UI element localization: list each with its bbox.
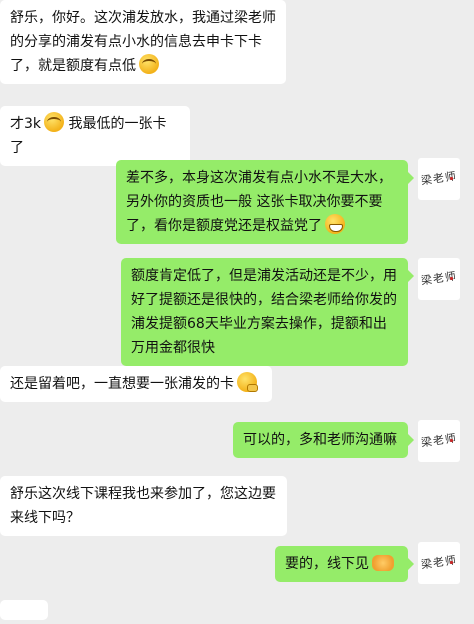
handshake-emoji-icon xyxy=(372,555,394,571)
message-bubble-outgoing[interactable]: 差不多，本身这次浦发有点小水不是大水，另外你的资质也一般 这张卡取决你要不要了，… xyxy=(116,160,414,244)
message-text: 才3k xyxy=(10,116,42,132)
seal-icon xyxy=(450,561,453,564)
avatar[interactable]: 梁老师 xyxy=(418,258,460,300)
seal-icon xyxy=(450,277,453,280)
message-text: 可以的，多和老师沟通嘛 xyxy=(243,432,397,448)
laugh-cry-emoji-icon xyxy=(139,54,159,74)
avatar[interactable]: 梁老师 xyxy=(418,158,460,200)
avatar[interactable]: 梁老师 xyxy=(418,420,460,462)
message-text: 额度肯定低了，但是浦发活动还是不少，用好了提额还是很快的，结合梁老师给你发的浦发… xyxy=(131,268,397,356)
avatar[interactable]: 梁老师 xyxy=(418,542,460,584)
message-bubble-incoming[interactable]: 还是留着吧，一直想要一张浦发的卡 xyxy=(0,366,272,402)
message-bubble-incoming[interactable]: 舒乐，你好。这次浦发放水，我通过梁老师的分享的浦发有点小水的信息去申卡下卡了，就… xyxy=(0,0,286,84)
seal-icon xyxy=(450,177,453,180)
message-bubble-outgoing[interactable]: 额度肯定低了，但是浦发活动还是不少，用好了提额还是很快的，结合梁老师给你发的浦发… xyxy=(121,258,414,366)
message-text: 要的，线下见 xyxy=(285,556,369,572)
message-bubble-outgoing[interactable]: 要的，线下见 xyxy=(275,546,414,582)
message-text: 差不多，本身这次浦发有点小水不是大水，另外你的资质也一般 这张卡取决你要不要了，… xyxy=(126,170,392,234)
message-bubble-incoming[interactable]: 才3k 我最低的一张卡了 xyxy=(0,106,190,166)
thinking-emoji-icon xyxy=(237,372,258,392)
laugh-cry-emoji-icon xyxy=(44,112,65,132)
message-text: 还是留着吧，一直想要一张浦发的卡 xyxy=(10,376,234,392)
chat-window: 舒乐，你好。这次浦发放水，我通过梁老师的分享的浦发有点小水的信息去申卡下卡了，就… xyxy=(0,0,474,620)
message-bubble-incoming-partial[interactable] xyxy=(0,600,48,620)
message-bubble-incoming[interactable]: 舒乐这次线下课程我也来参加了，您这边要来线下吗？ xyxy=(0,476,287,536)
message-text: 舒乐这次线下课程我也来参加了，您这边要来线下吗？ xyxy=(10,486,276,526)
grin-emoji-icon xyxy=(325,214,345,234)
message-bubble-outgoing[interactable]: 可以的，多和老师沟通嘛 xyxy=(233,422,414,458)
seal-icon xyxy=(450,439,453,442)
